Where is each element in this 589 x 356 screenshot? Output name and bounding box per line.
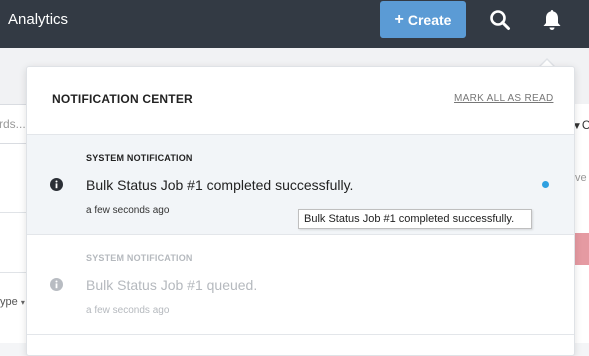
notification-type: SYSTEM NOTIFICATION (86, 153, 193, 163)
background-status-block (575, 233, 589, 265)
top-navigation-bar: Analytics + Create (0, 0, 589, 48)
notification-time: a few seconds ago (86, 305, 170, 316)
info-icon (50, 278, 63, 291)
plus-icon: + (394, 10, 404, 28)
app-title[interactable]: Analytics (8, 11, 68, 29)
divider (0, 272, 26, 273)
background-search-placeholder: rds... (0, 117, 26, 131)
bell-icon[interactable] (541, 8, 563, 32)
background-right-text: ve (575, 172, 587, 184)
notification-item-partial (27, 334, 574, 356)
notification-item[interactable]: SYSTEM NOTIFICATION Bulk Status Job #1 q… (27, 234, 574, 334)
create-button-label: Create (407, 11, 452, 28)
create-button[interactable]: + Create (380, 1, 466, 38)
background-type-text: ype (0, 296, 18, 308)
background-filter-text: C (581, 118, 589, 132)
mark-all-as-read-link[interactable]: MARK ALL AS READ (454, 93, 553, 104)
chevron-down-icon: ▾ (20, 298, 25, 307)
notification-center-title: NOTIFICATION CENTER (52, 92, 193, 106)
notification-type: SYSTEM NOTIFICATION (86, 253, 193, 263)
unread-indicator-dot (542, 181, 549, 188)
tooltip: Bulk Status Job #1 completed successfull… (298, 209, 532, 229)
background-search-input[interactable]: rds... (0, 104, 27, 144)
search-icon[interactable] (489, 9, 511, 31)
info-icon (50, 178, 63, 191)
notification-time: a few seconds ago (86, 205, 170, 216)
background-type-label: ype ▾ (0, 296, 25, 308)
divider (0, 212, 26, 213)
notification-message: Bulk Status Job #1 completed successfull… (86, 177, 354, 193)
notification-message: Bulk Status Job #1 queued. (86, 277, 258, 293)
